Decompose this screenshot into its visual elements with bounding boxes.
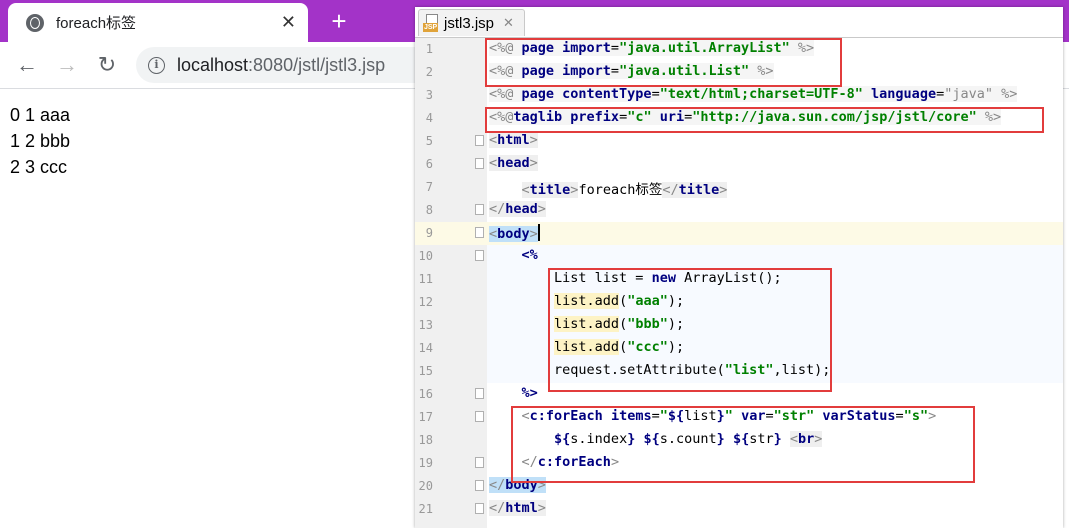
editor-tab-bar: JSP jstl3.jsp ✕ — [415, 7, 1063, 38]
line-number: 6 — [425, 157, 433, 171]
tab-title: foreach标签 — [56, 15, 137, 32]
reload-button[interactable]: ↻ — [94, 52, 120, 78]
code-line: 21 </html> — [415, 498, 1063, 521]
code-line: 15 request.setAttribute("list",list); — [415, 360, 1063, 383]
info-icon[interactable]: i — [148, 56, 165, 74]
line-number: 8 — [425, 203, 433, 217]
code-line: 20 </body> — [415, 475, 1063, 498]
line-number: 11 — [418, 272, 433, 286]
code-line: 1 <%@ page import="java.util.ArrayList" … — [415, 38, 1063, 61]
page-output: 0 1 aaa 1 2 bbb 2 3 ccc — [10, 102, 70, 180]
ide-window: JSP jstl3.jsp ✕ 1 <%@ page import="java.… — [415, 7, 1063, 528]
fold-icon[interactable] — [475, 457, 484, 468]
new-tab-button[interactable]: + — [326, 6, 352, 36]
text-caret — [537, 224, 540, 241]
fold-icon[interactable] — [475, 388, 484, 399]
line-number: 3 — [425, 88, 433, 102]
url-text: localhost:8080/jstl/jstl3.jsp — [177, 55, 385, 76]
back-button[interactable]: ← — [14, 52, 40, 78]
code-line: 11 List list = new ArrayList(); — [415, 268, 1063, 291]
browser-tab[interactable]: foreach标签 ✕ — [8, 3, 308, 42]
code-line: 6 <head> — [415, 153, 1063, 176]
line-number: 19 — [418, 456, 433, 470]
line-number: 21 — [418, 502, 433, 516]
code-line: 13 list.add("bbb"); — [415, 314, 1063, 337]
output-row: 2 3 ccc — [10, 157, 68, 177]
code-line: 19 </c:forEach> — [415, 452, 1063, 475]
fold-icon[interactable] — [475, 503, 484, 514]
code-line: 7 <title>foreach标签</title> — [415, 176, 1063, 199]
fold-icon[interactable] — [475, 411, 484, 422]
file-tab[interactable]: JSP jstl3.jsp ✕ — [418, 9, 525, 36]
line-number: 14 — [418, 341, 433, 355]
fold-icon[interactable] — [475, 204, 484, 215]
line-number: 2 — [425, 65, 433, 79]
close-file-icon[interactable]: ✕ — [503, 15, 514, 31]
code-line: 4 <%@taglib prefix="c" uri="http://java.… — [415, 107, 1063, 130]
jsp-file-icon: JSP — [423, 14, 439, 32]
line-number: 10 — [418, 249, 433, 263]
code-line: 18 ${s.index} ${s.count} ${str} <br> — [415, 429, 1063, 452]
line-number: 1 — [425, 42, 433, 56]
code-line-current: 9 <body> — [415, 222, 1063, 245]
code-editor[interactable]: 1 <%@ page import="java.util.ArrayList" … — [415, 38, 1063, 528]
line-number: 5 — [425, 134, 433, 148]
fold-icon[interactable] — [475, 135, 484, 146]
line-number: 20 — [418, 479, 433, 493]
fold-icon[interactable] — [475, 158, 484, 169]
code-line: 16 %> — [415, 383, 1063, 406]
close-tab-icon[interactable]: ✕ — [281, 12, 296, 33]
url-path: :8080/jstl/jstl3.jsp — [248, 54, 386, 75]
fold-icon[interactable] — [475, 227, 484, 238]
forward-button[interactable]: → — [54, 52, 80, 78]
code-line: 17 <c:forEach items="${list}" var="str" … — [415, 406, 1063, 429]
code-line: 2 <%@ page import="java.util.List" %> — [415, 61, 1063, 84]
code-line: 3 <%@ page contentType="text/html;charse… — [415, 84, 1063, 107]
line-number: 17 — [418, 410, 433, 424]
url-host: localhost — [177, 54, 249, 75]
code-line: 14 list.add("ccc"); — [415, 337, 1063, 360]
line-number: 16 — [418, 387, 433, 401]
line-number: 9 — [425, 226, 433, 240]
code-line: 8 </head> — [415, 199, 1063, 222]
code-line: 12 list.add("aaa"); — [415, 291, 1063, 314]
fold-icon[interactable] — [475, 250, 484, 261]
line-number: 7 — [425, 180, 433, 194]
line-number: 15 — [418, 364, 433, 378]
line-number: 18 — [418, 433, 433, 447]
line-number: 4 — [425, 111, 433, 125]
code-line: 10 <% — [415, 245, 1063, 268]
output-row: 0 1 aaa — [10, 105, 71, 125]
line-number: 13 — [418, 318, 433, 332]
output-row: 1 2 bbb — [10, 131, 71, 151]
code-line: 5 <html> — [415, 130, 1063, 153]
file-tab-name: jstl3.jsp — [444, 14, 495, 32]
line-number: 12 — [418, 295, 433, 309]
globe-icon — [26, 13, 44, 32]
fold-icon[interactable] — [475, 480, 484, 491]
